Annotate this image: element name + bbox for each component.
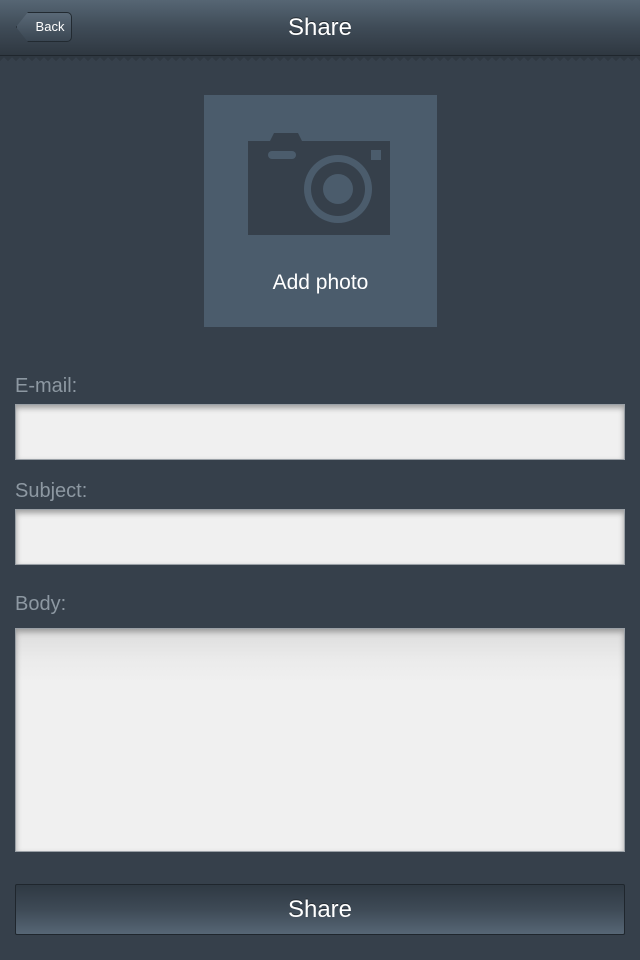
add-photo-label: Add photo [272, 271, 369, 294]
body-field[interactable] [15, 628, 625, 852]
add-photo-button[interactable]: Add photo [204, 95, 437, 327]
body-label: Body: [15, 593, 67, 615]
navigation-bar: Share Back [0, 0, 640, 56]
email-field[interactable] [15, 404, 625, 460]
email-label: E-mail: [15, 375, 78, 397]
share-button[interactable]: Share [15, 884, 625, 935]
subject-label: Subject: [15, 480, 88, 502]
navbar-edge-decoration [0, 56, 640, 62]
camera-icon [248, 133, 390, 235]
share-screen: Share Back Add photo E-mail: Subject: Bo… [0, 0, 640, 960]
subject-field[interactable] [15, 509, 625, 565]
page-title: Share [287, 14, 353, 41]
